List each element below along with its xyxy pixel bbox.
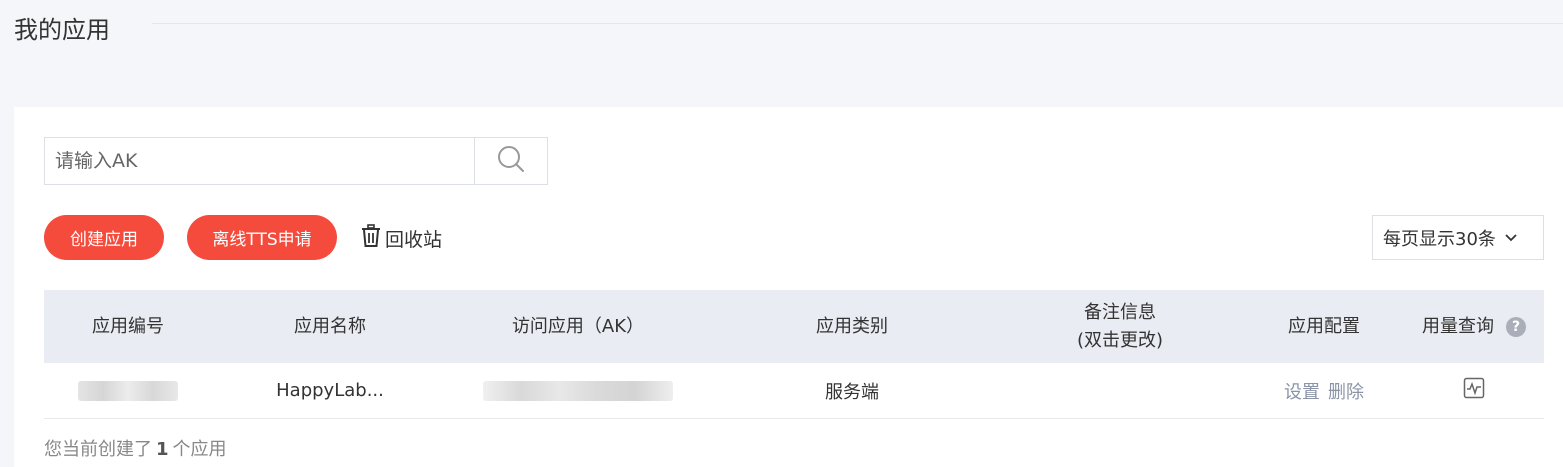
ak-redacted — [483, 380, 673, 401]
search-box — [44, 137, 548, 185]
page-size-select[interactable]: 每页显示30条 — [1372, 215, 1544, 260]
cell-ak — [448, 363, 708, 418]
offline-tts-apply-button[interactable]: 离线TTS申请 — [187, 215, 337, 260]
delete-link[interactable]: 删除 — [1328, 378, 1364, 404]
page-size-label: 每页显示30条 — [1383, 228, 1496, 250]
header-note: 备注信息 (双击更改) — [996, 290, 1244, 363]
recycle-bin-link[interactable]: 回收站 — [361, 223, 442, 253]
page-title: 我的应用 — [14, 16, 110, 44]
title-divider — [152, 23, 1563, 24]
header-ak: 访问应用（AK） — [511, 315, 645, 337]
app-count-prefix: 您当前创建了 — [44, 439, 152, 460]
cell-usage — [1404, 363, 1544, 418]
table-row: HappyLab... 服务端 设置 删除 — [44, 363, 1544, 419]
header-usage: 用量查询 ? — [1404, 290, 1544, 363]
header-note-line1: 备注信息 — [1084, 301, 1156, 323]
header-category: 应用类别 — [816, 315, 888, 337]
create-app-button[interactable]: 创建应用 — [44, 215, 164, 260]
trash-icon — [361, 223, 385, 253]
cell-note[interactable] — [996, 363, 1244, 418]
cell-app-name: HappyLab... — [276, 380, 384, 401]
search-input[interactable] — [45, 138, 475, 184]
chart-icon[interactable] — [1463, 377, 1485, 404]
app-id-redacted — [78, 380, 178, 401]
app-count-suffix: 个应用 — [172, 439, 227, 460]
recycle-bin-label: 回收站 — [385, 228, 443, 251]
header-app-name: 应用名称 — [294, 315, 366, 337]
search-icon — [497, 145, 525, 177]
chevron-down-icon — [1496, 227, 1518, 248]
help-icon[interactable]: ? — [1506, 316, 1526, 337]
app-count-value: 1 — [156, 439, 169, 460]
header-note-line2: (双击更改) — [1076, 329, 1164, 351]
cell-app-id — [44, 363, 212, 418]
cell-category: 服务端 — [825, 381, 879, 403]
apps-card: 创建应用 离线TTS申请 回收站 每页显示30条 应用编号 应用名称 访问应用（… — [14, 107, 1563, 467]
header-config: 应用配置 — [1288, 315, 1360, 337]
cell-config: 设置 删除 — [1244, 363, 1404, 418]
header-app-id: 应用编号 — [92, 315, 164, 337]
apps-table: 应用编号 应用名称 访问应用（AK） 应用类别 备注信息 (双击更改) 应用配置… — [44, 290, 1544, 419]
app-count-note: 您当前创建了 1 个应用 — [44, 435, 227, 461]
page-header: 我的应用 — [0, 0, 1563, 50]
search-button[interactable] — [474, 138, 547, 184]
settings-link[interactable]: 设置 — [1284, 378, 1320, 404]
table-header: 应用编号 应用名称 访问应用（AK） 应用类别 备注信息 (双击更改) 应用配置… — [44, 290, 1544, 363]
header-usage-label: 用量查询 — [1422, 315, 1494, 337]
